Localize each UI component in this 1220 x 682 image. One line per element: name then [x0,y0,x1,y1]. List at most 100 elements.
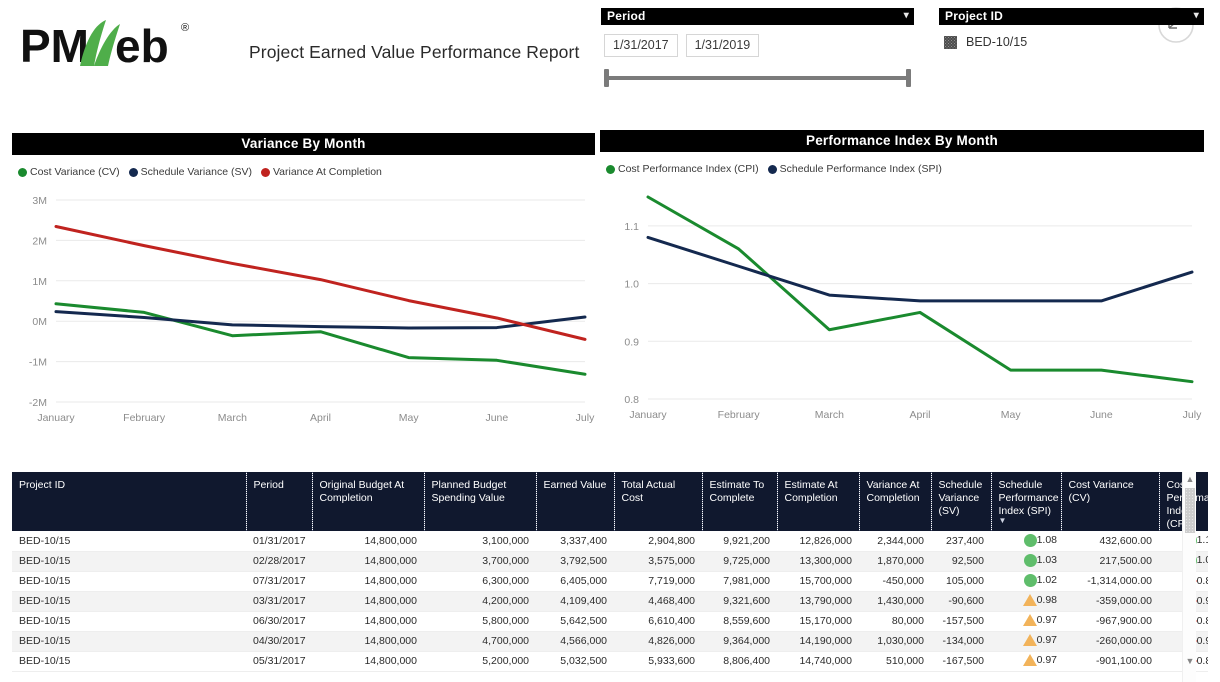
period-slicer-header[interactable]: Period ▾ [601,8,914,25]
kpi-triangle-icon [1022,594,1037,606]
column-header-schedule-variance[interactable]: Schedule Variance (SV) [931,472,992,531]
table-row[interactable]: BED-10/15 04/30/2017 14,800,000 4,700,000 4,… [12,631,1208,652]
svg-text:January: January [629,409,667,421]
cell-schedule-performance-index: 1.08 [991,531,1061,552]
period-date-inputs: 1/31/2017 1/31/2019 [601,34,914,57]
spi-value: 0.97 [1036,614,1057,626]
period-start-input[interactable]: 1/31/2017 [604,34,678,57]
period-slicer-title: Period [607,9,646,23]
column-header-variance-at-completion[interactable]: Variance At Completion [859,472,932,531]
cell-planned-budget-spending-value: 3,700,000 [424,551,536,572]
svg-text:0.8: 0.8 [624,394,639,406]
svg-text:1.0: 1.0 [624,279,639,291]
cell-period: 03/31/2017 [246,591,312,612]
pi-chart-title: Performance Index By Month [600,130,1204,152]
cell-schedule-variance: 237,400 [931,531,991,552]
cell-period: 06/30/2017 [246,611,312,632]
cell-planned-budget-spending-value: 5,200,000 [424,651,536,672]
column-header-project-id[interactable]: Project ID [12,472,247,531]
cell-variance-at-completion: 1,030,000 [859,631,931,652]
cell-cost-variance: 432,600.00 [1061,531,1159,552]
project-slicer-header[interactable]: Project ID ▾ [939,8,1204,25]
cell-total-actual-cost: 7,719,000 [614,571,702,592]
svg-text:1M: 1M [32,276,47,288]
legend-item-schedule-variance[interactable]: Schedule Variance (SV) [128,166,252,178]
pmweb-logo: PM eb ® [20,14,225,76]
cell-project-id: BED-10/15 [12,571,246,592]
kpi-circle-icon [1023,533,1037,547]
spi-value: 1.03 [1036,554,1057,566]
earned-value-table[interactable]: Project ID Period Original Budget At Com… [12,472,1208,682]
column-header-cost-variance[interactable]: Cost Variance (CV) [1061,472,1160,531]
cell-estimate-to-complete: 9,364,000 [702,631,777,652]
pi-chart-legend: Cost Performance Index (CPI) Schedule Pe… [600,152,1204,175]
legend-item-spi[interactable]: Schedule Performance Index (SPI) [767,163,942,175]
legend-marker-icon [260,167,270,177]
range-handle-right[interactable] [906,69,911,87]
range-handle-left[interactable] [604,69,609,87]
cell-schedule-performance-index: 0.98 [991,591,1061,612]
column-header-planned-budget-spending-value[interactable]: Planned Budget Spending Value [424,472,537,531]
column-header-earned-value[interactable]: Earned Value [536,472,615,531]
column-header-period[interactable]: Period [246,472,313,531]
legend-marker-icon [128,167,138,177]
cell-schedule-variance: -167,500 [931,651,991,672]
spi-value: 0.97 [1036,654,1057,666]
legend-item-variance-at-completion[interactable]: Variance At Completion [260,166,382,178]
table-row[interactable]: BED-10/15 06/30/2017 14,800,000 5,800,000 5,… [12,611,1208,632]
cell-planned-budget-spending-value: 4,200,000 [424,591,536,612]
cell-earned-value: 6,405,000 [536,571,614,592]
cell-earned-value: 3,792,500 [536,551,614,572]
legend-item-cost-variance[interactable]: Cost Variance (CV) [18,166,120,178]
cell-period: 02/28/2017 [246,551,312,572]
caret-down-icon[interactable]: ▼ [999,517,1007,525]
cell-variance-at-completion: 80,000 [859,611,931,632]
column-header-total-actual-cost[interactable]: Total Actual Cost [614,472,703,531]
cell-estimate-to-complete: 9,321,600 [702,591,777,612]
slicer-item-bed-10-15[interactable]: BED-10/15 [944,32,1204,52]
cpi-value: 0.85 [1196,614,1208,627]
column-header-schedule-performance-index[interactable]: Schedule Performance Index (SPI) ▼ [991,472,1062,531]
cell-original-budget-at-completion: 14,800,000 [312,571,424,592]
svg-text:May: May [399,412,420,424]
svg-text:PM: PM [20,20,89,72]
legend-marker-icon [18,167,27,177]
table-row[interactable]: BED-10/15 02/28/2017 14,800,000 3,700,000 3,… [12,551,1208,572]
kpi-circle-icon [1023,574,1037,587]
cell-earned-value: 4,109,400 [536,591,614,612]
cell-cost-variance: -1,314,000.00 [1061,571,1159,592]
cell-schedule-performance-index: 0.97 [991,631,1061,652]
scrollbar-thumb[interactable] [1185,488,1195,533]
chevron-up-icon[interactable]: ▲ [1183,472,1197,486]
chevron-down-icon[interactable]: ▾ [1194,11,1199,21]
column-header-estimate-to-complete[interactable]: Estimate To Complete [702,472,778,531]
cell-total-actual-cost: 2,904,800 [614,531,702,552]
period-end-input[interactable]: 1/31/2019 [685,34,760,57]
cell-total-actual-cost: 3,575,000 [614,551,702,572]
svg-text:January: January [37,412,75,424]
project-id-slicer[interactable]: Project ID ▾ BED-10/15 [939,8,1204,52]
cell-original-budget-at-completion: 14,800,000 [312,631,424,652]
chevron-down-icon[interactable]: ▼ [1183,654,1197,668]
cpi-value: 0.85 [1196,654,1208,667]
table-row[interactable]: BED-10/15 07/31/2017 14,800,000 6,300,000 6,… [12,571,1208,592]
chevron-down-icon[interactable]: ▾ [904,11,909,21]
cell-project-id: BED-10/15 [12,531,246,552]
table-row[interactable]: BED-10/15 03/31/2017 14,800,000 4,200,000 4,… [12,591,1208,612]
spi-value: 1.02 [1036,574,1057,586]
period-range-slider[interactable] [601,69,914,87]
variance-by-month-chart[interactable]: Variance By Month Cost Variance (CV) Sch… [12,133,595,438]
checkbox-icon[interactable] [944,35,957,49]
table-row[interactable]: BED-10/15 01/31/2017 14,800,000 3,100,000 3,… [12,531,1208,552]
table-vertical-scrollbar[interactable]: ▲ ▼ [1182,472,1196,682]
variance-plot-area: 3M 2M 1M 0M -1M -2M January February March April M… [12,186,595,438]
period-slicer[interactable]: Period ▾ 1/31/2017 1/31/2019 [601,8,914,87]
legend-item-cpi[interactable]: Cost Performance Index (CPI) [606,163,759,175]
column-header-estimate-at-completion[interactable]: Estimate At Completion [777,472,860,531]
svg-text:1.1: 1.1 [624,221,639,233]
table-row[interactable]: BED-10/15 05/31/2017 14,800,000 5,200,000 5,… [12,651,1208,672]
performance-index-by-month-chart[interactable]: Performance Index By Month Cost Performa… [600,130,1204,438]
cell-estimate-at-completion: 14,740,000 [777,651,859,672]
column-header-original-budget-at-completion[interactable]: Original Budget At Completion [312,472,425,531]
svg-text:0.9: 0.9 [624,336,639,348]
